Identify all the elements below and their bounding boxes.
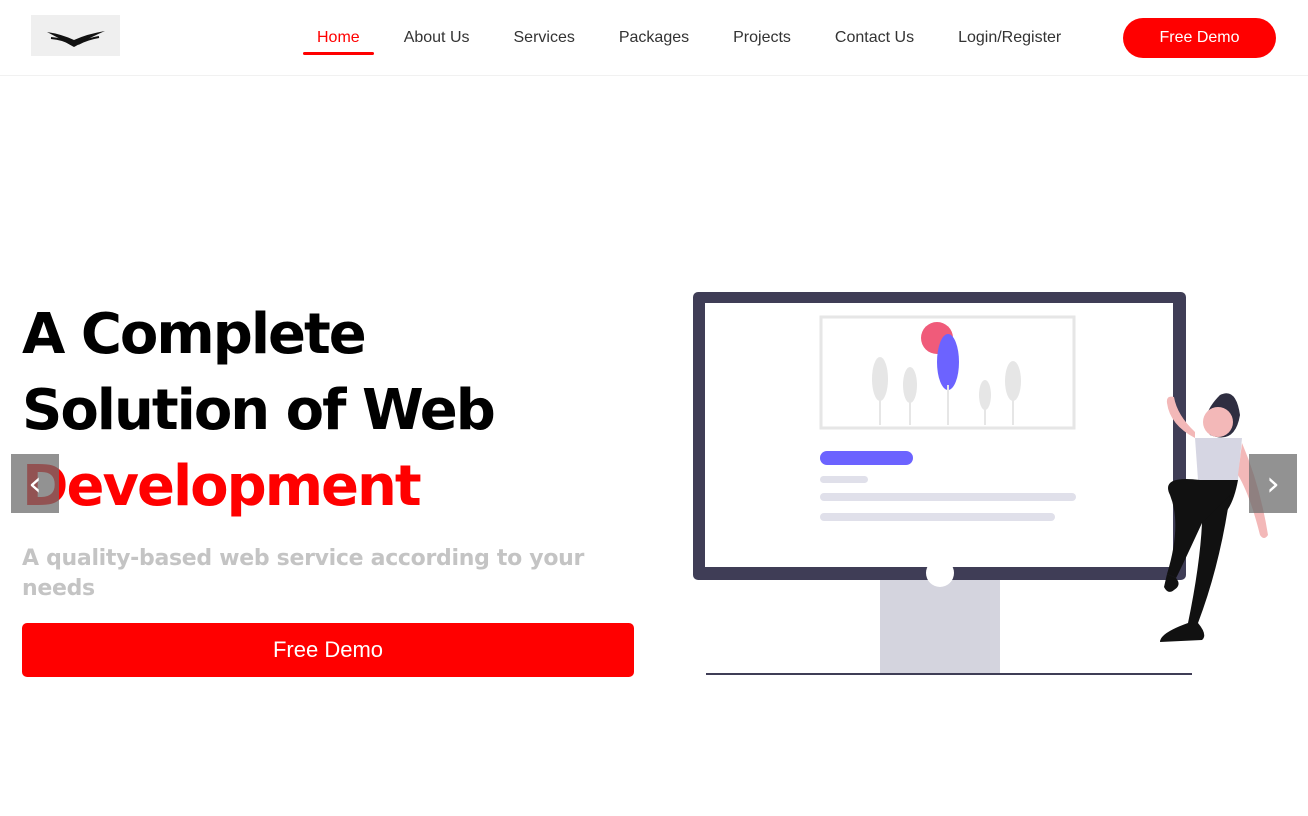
hero-title-line2: Solution of Web — [22, 378, 496, 443]
nav-item-login-register[interactable]: Login/Register — [936, 0, 1083, 76]
nav-item-about-us[interactable]: About Us — [382, 0, 492, 76]
nav-item-services[interactable]: Services — [492, 0, 597, 76]
hero-illustration — [690, 285, 1280, 685]
nav-item-contact-us[interactable]: Contact Us — [813, 0, 936, 76]
hero-title-line1: A Complete — [22, 302, 367, 367]
nav-item-packages[interactable]: Packages — [597, 0, 711, 76]
logo[interactable] — [31, 15, 120, 56]
header-free-demo-button[interactable]: Free Demo — [1123, 18, 1276, 58]
site-header: Home About Us Services Packages Projects… — [0, 0, 1308, 76]
bird-logo-icon — [46, 30, 105, 47]
hero-subtitle: A quality-based web service according to… — [22, 546, 585, 601]
carousel-prev-button[interactable]: ‹ — [11, 454, 59, 513]
nav-item-projects[interactable]: Projects — [711, 0, 813, 76]
hero-title-highlight: Development — [22, 454, 422, 519]
page: Home About Us Services Packages Projects… — [0, 0, 1308, 816]
person-with-monitor-illustration — [693, 292, 1268, 675]
nav-item-home[interactable]: Home — [295, 0, 382, 76]
main-nav: Home About Us Services Packages Projects… — [295, 0, 1083, 76]
chevron-right-icon: › — [1266, 463, 1280, 504]
hero-free-demo-button[interactable]: Free Demo — [22, 623, 634, 677]
carousel-next-button[interactable]: › — [1249, 454, 1297, 513]
hero-title: A Complete Solution of Web Development — [22, 297, 622, 525]
chevron-left-icon: ‹ — [28, 463, 42, 504]
